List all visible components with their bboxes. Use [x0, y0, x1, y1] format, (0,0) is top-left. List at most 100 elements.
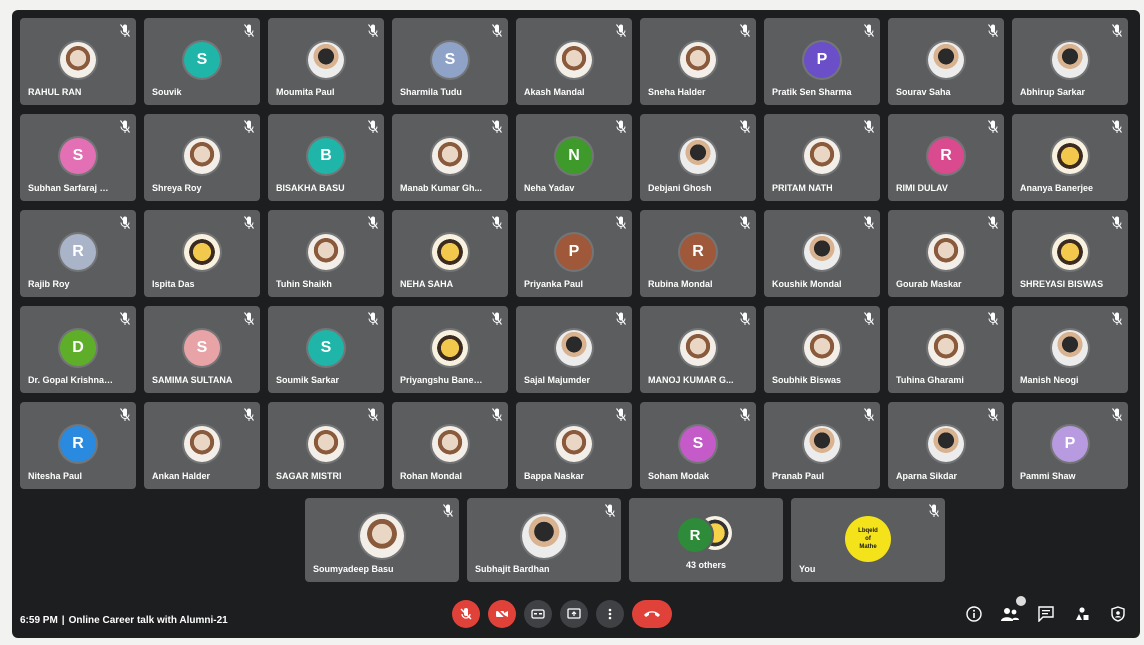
mic-muted-icon — [605, 504, 615, 518]
avatar — [928, 330, 964, 366]
participant-name: SAMIMA SULTANA — [152, 375, 233, 385]
avatar — [432, 426, 468, 462]
meet-window: RAHUL RAN S Souvik Moumita Paul S Sharmila Tu… — [12, 10, 1140, 638]
participant-tile[interactable]: P Pammi Shaw — [1012, 402, 1128, 489]
self-avatar: Lbqeld of Mathe — [845, 516, 891, 562]
mic-muted-icon — [368, 216, 378, 230]
participant-tile[interactable]: P Pratik Sen Sharma — [764, 18, 880, 105]
participant-tile[interactable]: SHREYASI BISWAS — [1012, 210, 1128, 297]
participant-tile[interactable]: B BISAKHA BASU — [268, 114, 384, 201]
participant-tile[interactable]: R Nitesha Paul — [20, 402, 136, 489]
participant-tile[interactable]: Aparna Sikdar — [888, 402, 1004, 489]
participant-tile[interactable]: Sourav Saha — [888, 18, 1004, 105]
participant-tile[interactable]: Pranab Paul — [764, 402, 880, 489]
mic-muted-icon — [492, 24, 502, 38]
participant-tile[interactable]: MANOJ KUMAR G... — [640, 306, 756, 393]
participant-tile[interactable]: Subhajit Bardhan — [467, 498, 621, 582]
leave-call-button[interactable] — [632, 600, 672, 628]
meeting-details-button[interactable] — [964, 604, 984, 624]
participant-tile[interactable]: RAHUL RAN — [20, 18, 136, 105]
self-avatar-text: Mathe — [859, 544, 877, 550]
avatar: N — [556, 138, 592, 174]
participant-tile[interactable]: Debjani Ghosh — [640, 114, 756, 201]
mic-muted-icon — [616, 408, 626, 422]
participant-name: Aparna Sikdar — [896, 471, 958, 481]
participant-tile[interactable]: Bappa Naskar — [516, 402, 632, 489]
self-tile[interactable]: Lbqeld of Mathe You — [791, 498, 945, 582]
participant-tile[interactable]: Manab Kumar Gh... — [392, 114, 508, 201]
participant-tile[interactable]: Koushik Mondal — [764, 210, 880, 297]
participant-tile[interactable]: S Soham Modak — [640, 402, 756, 489]
meeting-title[interactable]: Online Career talk with Alumni-21 — [69, 615, 228, 626]
participant-tile[interactable]: Shreya Roy — [144, 114, 260, 201]
participant-tile[interactable]: Rohan Mondal — [392, 402, 508, 489]
participant-tile[interactable]: Ankan Halder — [144, 402, 260, 489]
activities-button[interactable] — [1072, 604, 1092, 624]
mic-muted-icon — [244, 216, 254, 230]
participant-tile[interactable]: S Subhan Sarfaraj M... — [20, 114, 136, 201]
participant-tile[interactable]: Ispita Das — [144, 210, 260, 297]
avatar: B — [308, 138, 344, 174]
participant-tile[interactable]: PRITAM NATH — [764, 114, 880, 201]
participant-name: Gourab Maskar — [896, 279, 962, 289]
participant-tile[interactable]: Gourab Maskar — [888, 210, 1004, 297]
avatar — [1052, 234, 1088, 270]
participant-tile[interactable]: Sajal Majumder — [516, 306, 632, 393]
participant-name: Manab Kumar Gh... — [400, 183, 483, 193]
others-tile[interactable]: R 43 others — [629, 498, 783, 582]
avatar — [804, 426, 840, 462]
participant-tile[interactable]: Soubhik Biswas — [764, 306, 880, 393]
participant-tile[interactable]: S Sharmila Tudu — [392, 18, 508, 105]
participant-name: Akash Mandal — [524, 87, 585, 97]
participant-tile[interactable]: Ananya Banerjee — [1012, 114, 1128, 201]
participant-tile[interactable]: S SAMIMA SULTANA — [144, 306, 260, 393]
participant-tile[interactable]: Soumyadeep Basu — [305, 498, 459, 582]
participant-tile[interactable]: SAGAR MISTRI — [268, 402, 384, 489]
captions-button[interactable] — [524, 600, 552, 628]
avatar: S — [308, 330, 344, 366]
avatar — [360, 514, 404, 558]
mic-muted-icon — [616, 24, 626, 38]
mic-muted-icon — [120, 312, 130, 326]
mic-muted-icon — [244, 24, 254, 38]
meeting-info-separator: | — [61, 615, 65, 626]
participant-tile[interactable]: Sneha Halder — [640, 18, 756, 105]
participant-tile[interactable]: P Priyanka Paul — [516, 210, 632, 297]
participant-tile[interactable]: Abhirup Sarkar — [1012, 18, 1128, 105]
camera-off-button[interactable] — [488, 600, 516, 628]
participant-tile[interactable]: Akash Mandal — [516, 18, 632, 105]
participant-tile[interactable]: R Rajib Roy — [20, 210, 136, 297]
avatar — [556, 330, 592, 366]
chat-button[interactable] — [1036, 604, 1056, 624]
camera-off-icon — [495, 607, 509, 621]
avatar: P — [804, 42, 840, 78]
participant-name: Neha Yadav — [524, 183, 575, 193]
participant-tile[interactable]: R Rubina Mondal — [640, 210, 756, 297]
participant-tile[interactable]: S Soumik Sarkar — [268, 306, 384, 393]
host-controls-button[interactable] — [1108, 604, 1128, 624]
more-options-button[interactable] — [596, 600, 624, 628]
self-avatar-text: of — [865, 536, 871, 542]
avatar — [804, 330, 840, 366]
participant-tile[interactable]: NEHA SAHA — [392, 210, 508, 297]
participant-row: R Nitesha Paul Ankan Halder SAGAR MISTRI Roh… — [20, 402, 1136, 489]
mic-muted-icon — [120, 120, 130, 134]
participant-tile[interactable]: N Neha Yadav — [516, 114, 632, 201]
activities-icon — [1076, 607, 1089, 620]
participant-tile[interactable]: Tuhina Gharami — [888, 306, 1004, 393]
participant-tile[interactable]: Moumita Paul — [268, 18, 384, 105]
mic-off-button[interactable] — [452, 600, 480, 628]
participant-tile[interactable]: R RIMI DULAV — [888, 114, 1004, 201]
participant-tile[interactable]: Priyangshu Banerj... — [392, 306, 508, 393]
people-badge — [1016, 596, 1026, 606]
mic-muted-icon — [988, 408, 998, 422]
mic-muted-icon — [120, 216, 130, 230]
people-button[interactable] — [1000, 596, 1026, 624]
participant-tile[interactable]: S Souvik — [144, 18, 260, 105]
participant-tile[interactable]: D Dr. Gopal Krishna ... — [20, 306, 136, 393]
participant-grid: RAHUL RAN S Souvik Moumita Paul S Sharmila Tu… — [20, 18, 1136, 591]
present-button[interactable] — [560, 600, 588, 628]
participant-tile[interactable]: Tuhin Shaikh — [268, 210, 384, 297]
participant-tile[interactable]: Manish Neogi — [1012, 306, 1128, 393]
chat-icon — [1038, 606, 1054, 622]
